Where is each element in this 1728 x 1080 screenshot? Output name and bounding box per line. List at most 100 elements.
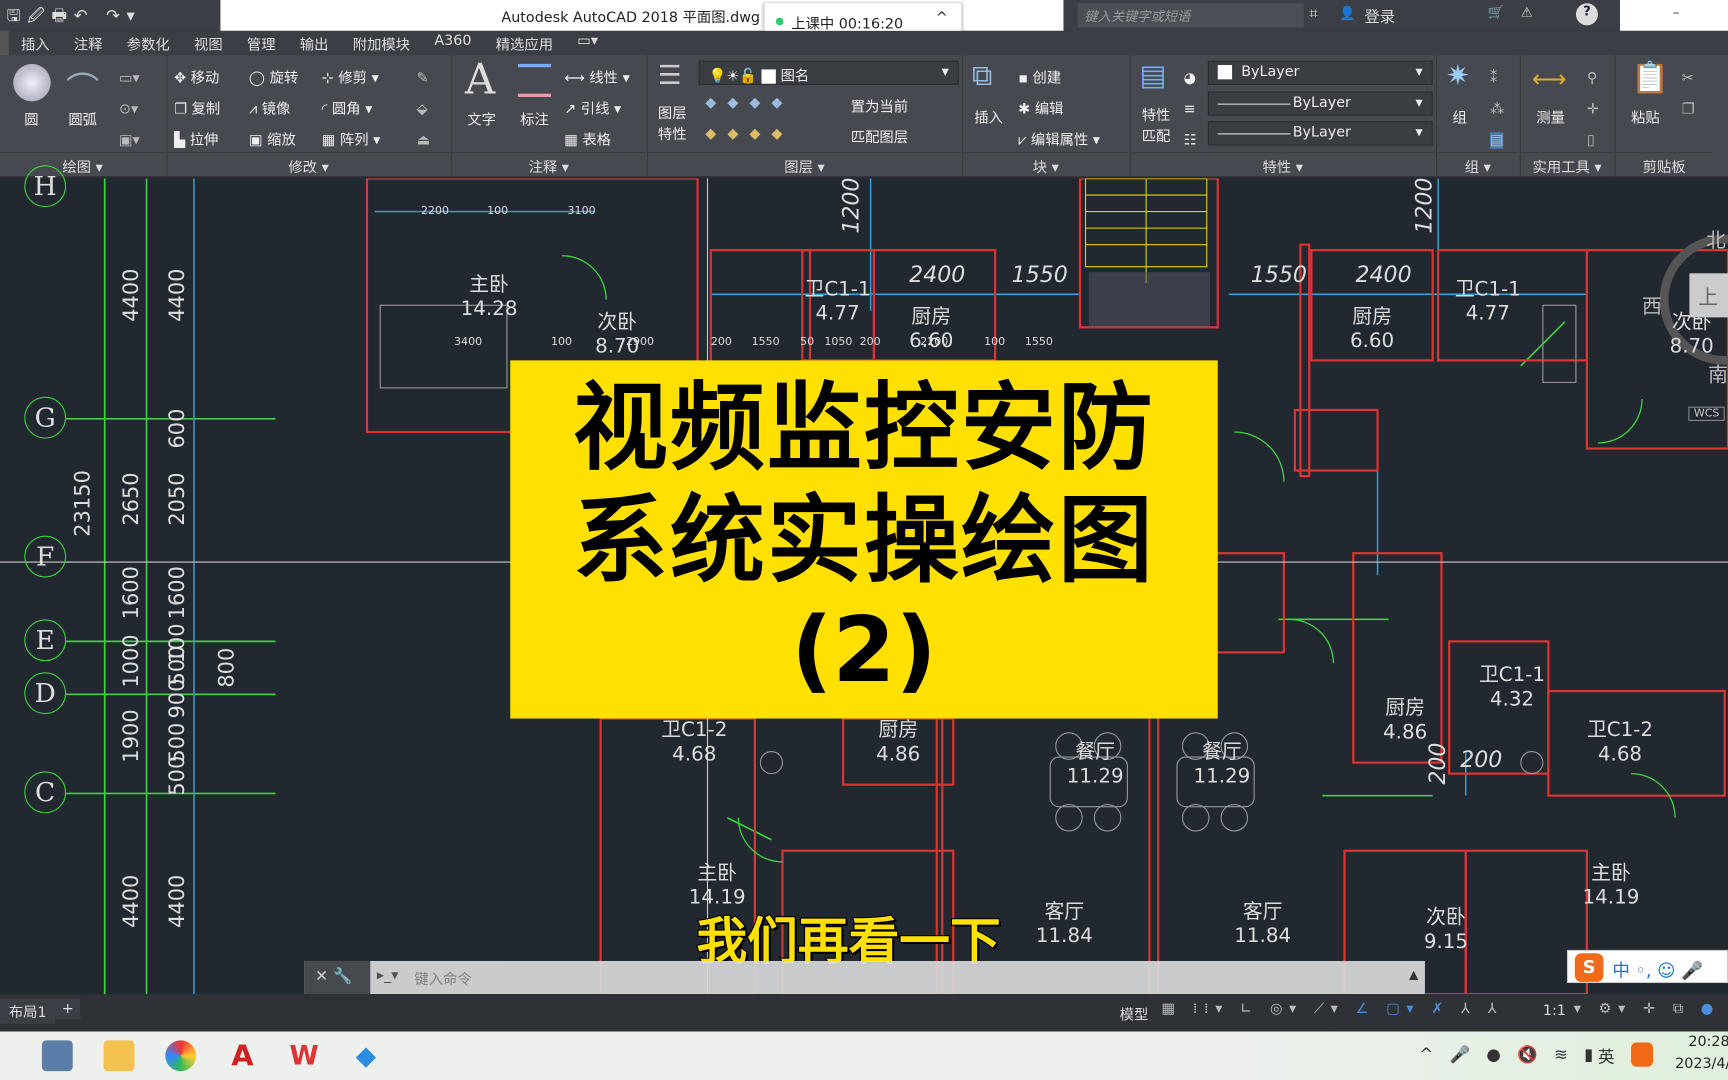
- circle-button[interactable]: 圆: [24, 108, 38, 129]
- dimension-icon[interactable]: [517, 63, 552, 97]
- command-prompt-icon[interactable]: ▸_▾: [377, 968, 399, 985]
- match-layer-button[interactable]: 匹配图层: [851, 126, 908, 147]
- measure-button[interactable]: 测量: [1536, 106, 1565, 127]
- draw-tools[interactable]: ▭▾ ⊙▾ ▣▾: [119, 64, 140, 157]
- move-button[interactable]: ✥ 移动: [174, 64, 220, 95]
- fillet-button[interactable]: ◜ 圆角 ▾: [322, 95, 381, 126]
- arc-button[interactable]: 圆弧: [68, 108, 97, 129]
- cart-icon[interactable]: 🛒: [1488, 4, 1504, 19]
- layer-tools-row1[interactable]: ◆◆◆◆: [705, 95, 793, 112]
- paste-icon[interactable]: 📋: [1631, 60, 1669, 96]
- user-icon[interactable]: 👤: [1339, 6, 1355, 21]
- groups-panel-label[interactable]: 组 ▾: [1437, 152, 1519, 176]
- wcs-menu[interactable]: WCS: [1688, 406, 1725, 421]
- minimize-icon[interactable]: –: [1673, 4, 1680, 19]
- model-space-button[interactable]: 模型: [1120, 1003, 1149, 1024]
- rotate-button[interactable]: ◯ 旋转: [249, 64, 298, 95]
- utilities-panel-label[interactable]: 实用工具 ▾: [1520, 152, 1614, 176]
- circle-icon[interactable]: [13, 63, 51, 102]
- command-line[interactable]: ✕ 🔧 ▸_▾ 键入命令 ▲: [304, 960, 1425, 995]
- set-current-button[interactable]: 置为当前: [851, 95, 908, 116]
- modify-panel-label[interactable]: 修改 ▾: [167, 152, 450, 176]
- dimension-button[interactable]: 标注: [520, 108, 549, 129]
- layer-properties-button[interactable]: 图层 特性: [658, 104, 687, 146]
- tab-layout1[interactable]: 布局1: [0, 998, 56, 1024]
- clock-time[interactable]: 20:28: [1688, 1034, 1728, 1051]
- utility-tools[interactable]: ⚲ ✛ ▯: [1587, 64, 1599, 157]
- command-input[interactable]: 键入命令: [414, 968, 471, 989]
- group-tools[interactable]: ⁑ ⁂ ▤: [1489, 64, 1504, 157]
- lineweight-dropdown[interactable]: ByLayer ▾: [1207, 121, 1433, 146]
- clock-date[interactable]: 2023/4/: [1675, 1056, 1728, 1073]
- paste-button[interactable]: 粘贴: [1631, 106, 1660, 127]
- leader-button[interactable]: ↗ 引线 ▾: [564, 95, 630, 126]
- viewcube-south[interactable]: 南: [1708, 359, 1728, 388]
- linetype-dropdown[interactable]: ByLayer ▾: [1207, 91, 1433, 116]
- wrench-icon[interactable]: 🔧: [333, 968, 352, 986]
- tab-featured-apps[interactable]: 精选应用: [484, 31, 566, 55]
- modify-extra-icons[interactable]: ✎ ⬙ ⏏: [417, 64, 431, 157]
- draw-panel-label[interactable]: 绘图 ▾: [0, 152, 166, 176]
- layer-properties-icon[interactable]: ☰: [658, 60, 682, 91]
- tab-home[interactable]: [0, 30, 9, 56]
- tab-addins[interactable]: 附加模块: [341, 31, 423, 55]
- annotation-panel-label[interactable]: 注释 ▾: [451, 152, 646, 176]
- file-explorer-icon[interactable]: [103, 1040, 135, 1072]
- layer-tools-row2[interactable]: ◆◆◆◆: [705, 126, 793, 143]
- clipboard-panel-label[interactable]: 剪贴板: [1615, 152, 1713, 176]
- layers-panel-label[interactable]: 图层 ▾: [647, 152, 961, 176]
- close-icon[interactable]: ✕: [315, 968, 328, 986]
- tab-output[interactable]: 输出: [288, 31, 341, 55]
- tab-annotate[interactable]: 注释: [62, 31, 115, 55]
- exchange-icon[interactable]: ⚠: [1521, 4, 1533, 19]
- quick-access-toolbar[interactable]: 🖫🖉🖶↶ ↷▾: [7, 4, 142, 32]
- tab-parametric[interactable]: 参数化: [115, 31, 182, 55]
- app-icon[interactable]: ◆: [350, 1040, 381, 1071]
- layer-dropdown[interactable]: 💡☀🔓 图名 ▾: [698, 60, 959, 85]
- add-layout-button[interactable]: +: [55, 998, 81, 1020]
- group-icon[interactable]: ✷: [1446, 60, 1470, 93]
- search-input[interactable]: 键入关键字或短语: [1077, 3, 1304, 28]
- login-button[interactable]: 登录: [1364, 6, 1395, 28]
- ime-toolbar[interactable]: S 中 ◦, ☺ 🎤: [1567, 949, 1728, 984]
- autocad-icon[interactable]: A: [227, 1040, 258, 1073]
- linear-button[interactable]: ⟷ 线性 ▾: [564, 64, 630, 95]
- arc-icon[interactable]: ⌒: [66, 62, 99, 110]
- tab-options-icon[interactable]: ▭▾: [565, 31, 610, 55]
- wps-icon[interactable]: W: [289, 1040, 320, 1071]
- annotation-scale[interactable]: 1:1: [1543, 1003, 1566, 1020]
- color-dropdown[interactable]: ByLayer ▾: [1207, 60, 1433, 85]
- properties-panel-label[interactable]: 特性 ▾: [1130, 152, 1435, 176]
- tab-a360[interactable]: A360: [422, 31, 483, 55]
- create-block-button[interactable]: ▪ 创建: [1018, 64, 1100, 95]
- system-tray[interactable]: ^ 🎤 ● 🔇 ≋ ▮: [1419, 1045, 1598, 1065]
- insert-icon[interactable]: ⧉: [972, 60, 992, 94]
- sogou-tray-icon[interactable]: [1631, 1042, 1654, 1067]
- match-properties-button[interactable]: 特性 匹配: [1142, 106, 1171, 148]
- text-button[interactable]: 文字: [467, 108, 496, 129]
- viewcube-west[interactable]: 西: [1642, 291, 1662, 320]
- input-language[interactable]: 英: [1598, 1045, 1615, 1068]
- chevron-up-icon[interactable]: ^: [936, 10, 948, 27]
- mirror-button[interactable]: ⩘ 镜像: [249, 95, 298, 126]
- tab-insert[interactable]: 插入: [9, 31, 62, 55]
- binoculars-icon[interactable]: ⌗: [1309, 6, 1318, 24]
- measure-icon[interactable]: ⟷: [1532, 66, 1567, 94]
- command-history-icon[interactable]: ▲: [1409, 968, 1418, 982]
- viewcube-north[interactable]: 北: [1706, 225, 1726, 254]
- clipboard-tools[interactable]: ✂ ❐: [1682, 64, 1695, 126]
- tab-view[interactable]: 视图: [182, 31, 235, 55]
- edit-block-button[interactable]: ✱ 编辑: [1018, 95, 1100, 126]
- window-controls[interactable]: –: [1619, 0, 1728, 31]
- viewcube-top[interactable]: 上: [1689, 273, 1728, 318]
- help-icon[interactable]: ?: [1575, 3, 1598, 26]
- text-icon[interactable]: A: [465, 55, 495, 103]
- calculator-icon[interactable]: [41, 1040, 73, 1072]
- status-tools[interactable]: ▾ ⚙▾ ✛ ⧉ ●: [1574, 1001, 1720, 1018]
- status-toggles[interactable]: ▦ ⁞⁞▾ ∟ ◎▾ ⟋▾ ∠ ▢▾ ✗ ⅄ ⅄: [1162, 1001, 1504, 1018]
- browser-icon[interactable]: [165, 1040, 197, 1072]
- tab-manage[interactable]: 管理: [235, 31, 288, 55]
- trim-button[interactable]: ⊹ 修剪 ▾: [322, 64, 381, 95]
- insert-button[interactable]: 插入: [974, 106, 1003, 127]
- match-properties-icon[interactable]: ▤: [1140, 60, 1167, 93]
